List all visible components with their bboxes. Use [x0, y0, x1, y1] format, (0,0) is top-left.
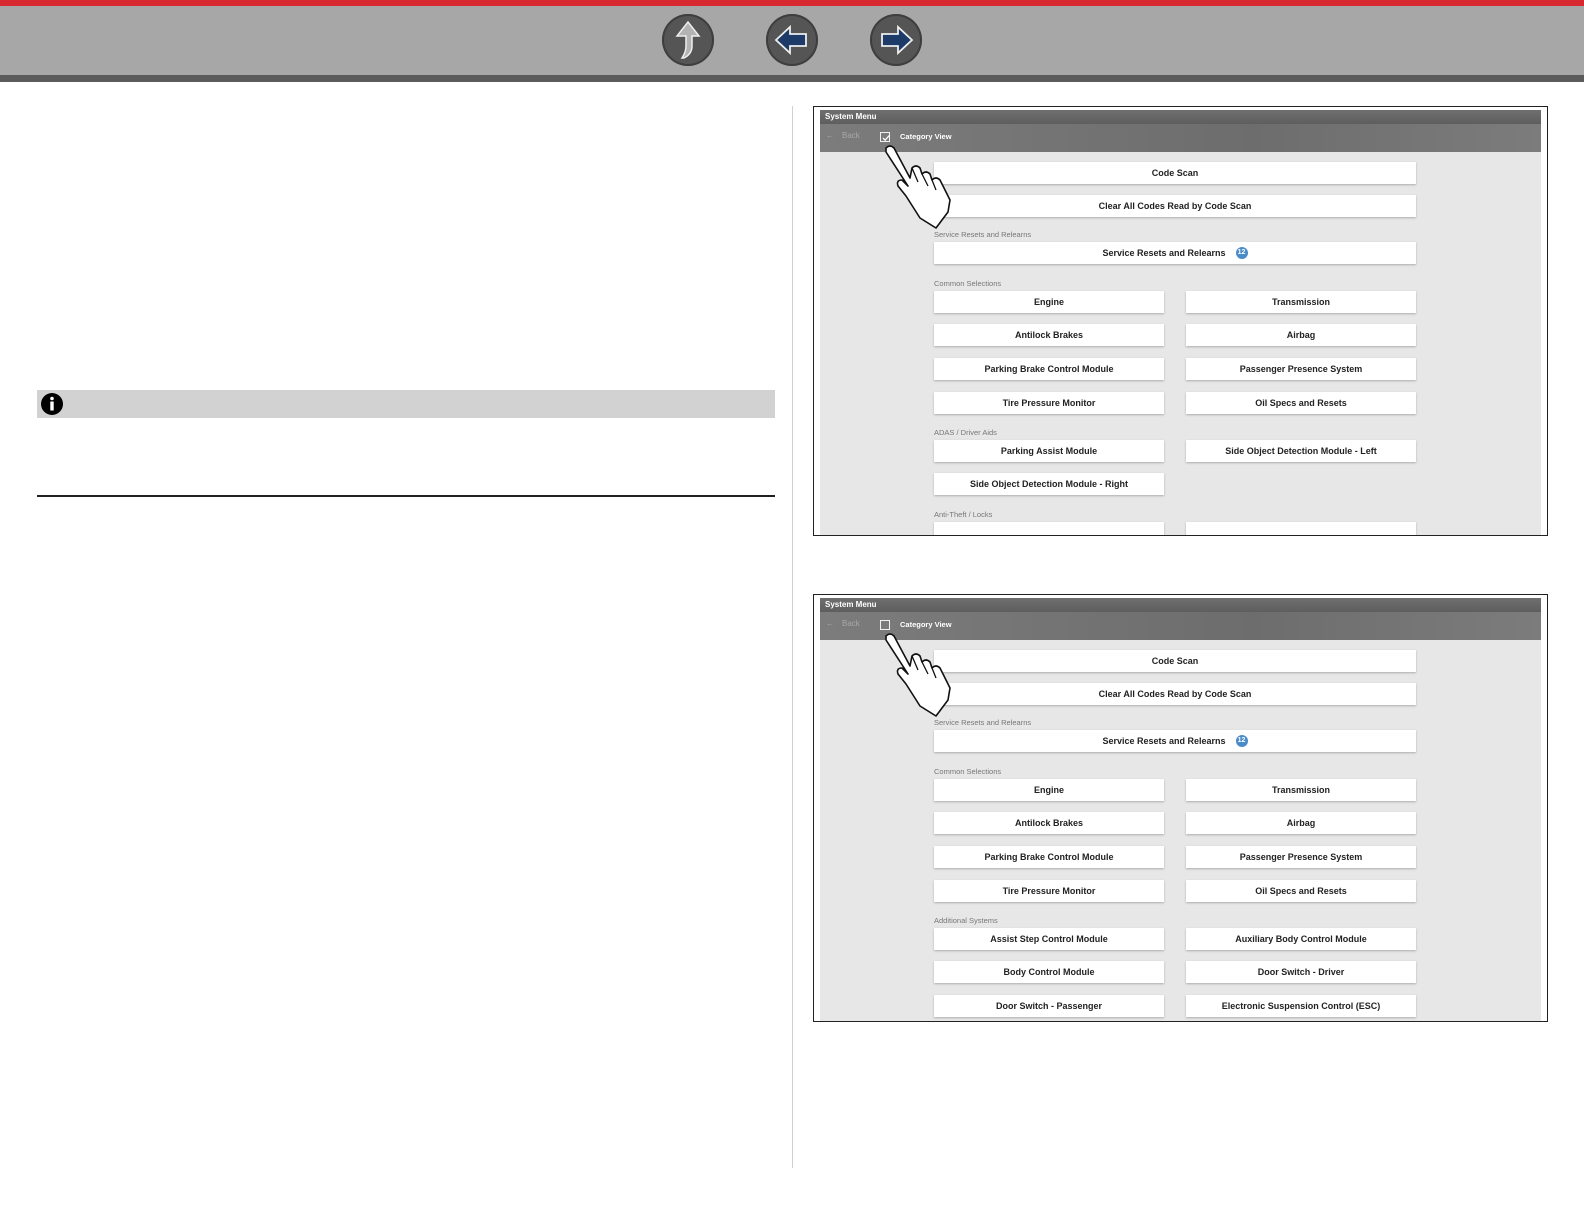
assist-step-button[interactable]: Assist Step Control Module: [934, 928, 1164, 950]
transmission-button[interactable]: Transmission: [1186, 779, 1416, 801]
door-switch-passenger-button[interactable]: Door Switch - Passenger: [934, 995, 1164, 1017]
title-bar: System Menu: [820, 598, 1541, 612]
list-item[interactable]: [934, 522, 1164, 535]
transmission-button[interactable]: Transmission: [1186, 291, 1416, 313]
pointing-hand-icon: [885, 145, 951, 229]
service-resets-button[interactable]: Service Resets and Relearns 12: [934, 730, 1416, 752]
back-arrow-icon: ←: [826, 131, 834, 140]
antilock-brakes-button[interactable]: Antilock Brakes: [934, 324, 1164, 346]
back-arrow-icon: ←: [826, 619, 834, 628]
side-object-left-button[interactable]: Side Object Detection Module - Left: [1186, 440, 1416, 462]
forward-button[interactable]: [870, 14, 922, 66]
section-label: Additional Systems: [934, 916, 998, 925]
info-icon: [41, 393, 63, 415]
parking-assist-button[interactable]: Parking Assist Module: [934, 440, 1164, 462]
list-item[interactable]: [1186, 522, 1416, 535]
count-badge: 12: [1235, 246, 1248, 259]
section-label: Common Selections: [934, 767, 1002, 776]
code-scan-button[interactable]: Code Scan: [934, 162, 1416, 184]
tire-pressure-button[interactable]: Tire Pressure Monitor: [934, 880, 1164, 902]
parking-brake-button[interactable]: Parking Brake Control Module: [934, 358, 1164, 380]
category-view-label: Category View: [900, 132, 952, 141]
back-label: Back: [842, 131, 860, 140]
column-divider: [792, 106, 793, 1168]
category-view-label: Category View: [900, 620, 952, 629]
up-arrow-button[interactable]: [662, 14, 714, 66]
screen: System Menu ← Back Category View Code Sca…: [820, 110, 1541, 535]
clear-codes-button[interactable]: Clear All Codes Read by Code Scan: [934, 683, 1416, 705]
clear-codes-button[interactable]: Clear All Codes Read by Code Scan: [934, 195, 1416, 217]
screen: System Menu ← Back Category View Code Sca…: [820, 598, 1541, 1021]
engine-button[interactable]: Engine: [934, 779, 1164, 801]
category-view-checkbox[interactable]: [880, 620, 890, 630]
note-bar: [37, 390, 775, 418]
airbag-button[interactable]: Airbag: [1186, 324, 1416, 346]
category-view-checkbox[interactable]: [880, 132, 890, 142]
code-scan-button[interactable]: Code Scan: [934, 650, 1416, 672]
tire-pressure-button[interactable]: Tire Pressure Monitor: [934, 392, 1164, 414]
top-red-stripe: [0, 0, 1584, 6]
up-arrow-icon: [675, 20, 701, 59]
top-nav-bar: [0, 0, 1584, 82]
figure-category-view-on: System Menu ← Back Category View Code Sca…: [813, 106, 1548, 536]
forward-arrow-icon: [881, 24, 914, 56]
service-resets-label: Service Resets and Relearns: [1102, 736, 1226, 746]
back-button[interactable]: ← Back: [826, 619, 860, 628]
engine-button[interactable]: Engine: [934, 291, 1164, 313]
body-control-button[interactable]: Body Control Module: [934, 961, 1164, 983]
figure-category-view-off: System Menu ← Back Category View Code Sca…: [813, 594, 1548, 1022]
count-badge: 12: [1235, 734, 1248, 747]
service-resets-button[interactable]: Service Resets and Relearns 12: [934, 242, 1416, 264]
airbag-button[interactable]: Airbag: [1186, 812, 1416, 834]
oil-specs-button[interactable]: Oil Specs and Resets: [1186, 880, 1416, 902]
title-bar: System Menu: [820, 110, 1541, 124]
section-divider: [37, 495, 775, 497]
oil-specs-button[interactable]: Oil Specs and Resets: [1186, 392, 1416, 414]
antilock-brakes-button[interactable]: Antilock Brakes: [934, 812, 1164, 834]
auxiliary-body-button[interactable]: Auxiliary Body Control Module: [1186, 928, 1416, 950]
service-resets-label: Service Resets and Relearns: [1102, 248, 1226, 258]
back-label: Back: [842, 619, 860, 628]
parking-brake-button[interactable]: Parking Brake Control Module: [934, 846, 1164, 868]
section-label: ADAS / Driver Aids: [934, 428, 997, 437]
esc-button[interactable]: Electronic Suspension Control (ESC): [1186, 995, 1416, 1017]
top-dark-stripe: [0, 75, 1584, 82]
door-switch-driver-button[interactable]: Door Switch - Driver: [1186, 961, 1416, 983]
passenger-presence-button[interactable]: Passenger Presence System: [1186, 846, 1416, 868]
section-label: Anti-Theft / Locks: [934, 510, 993, 519]
back-arrow-icon: [774, 24, 807, 56]
back-button[interactable]: [766, 14, 818, 66]
section-label: Common Selections: [934, 279, 1002, 288]
pointing-hand-icon: [885, 633, 951, 717]
side-object-right-button[interactable]: Side Object Detection Module - Right: [934, 473, 1164, 495]
back-button[interactable]: ← Back: [826, 131, 860, 140]
passenger-presence-button[interactable]: Passenger Presence System: [1186, 358, 1416, 380]
